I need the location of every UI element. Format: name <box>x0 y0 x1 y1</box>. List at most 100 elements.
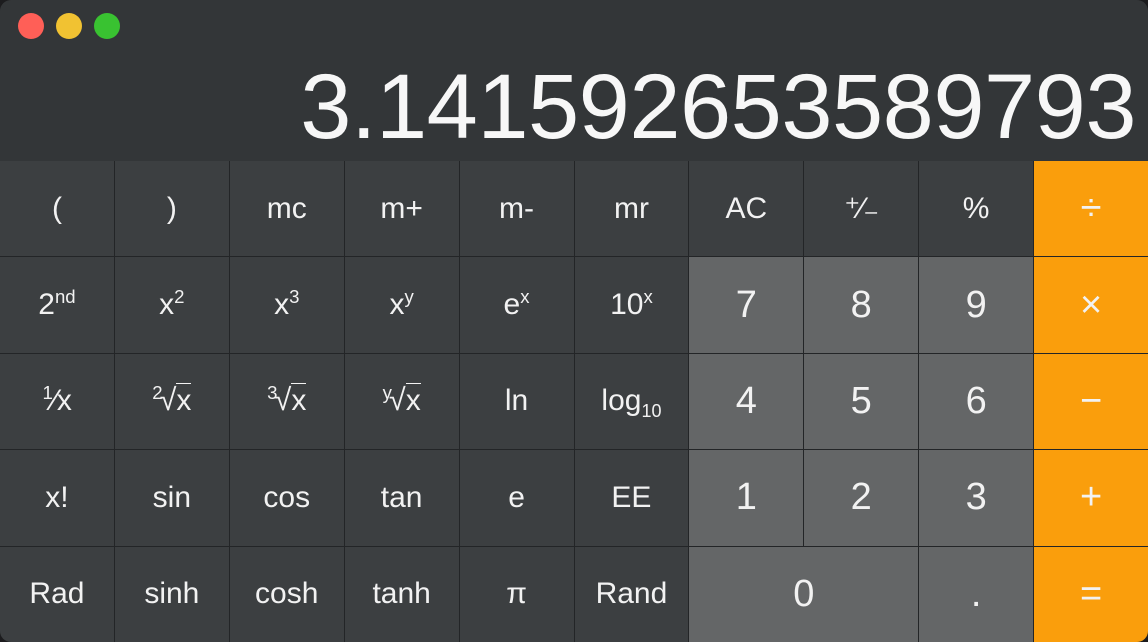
key-label-four: 4 <box>735 379 757 422</box>
key-six[interactable]: 6 <box>919 353 1034 450</box>
key-equals[interactable]: = <box>1034 546 1148 642</box>
key-label-five: 5 <box>850 379 872 422</box>
key-euler[interactable]: e <box>459 450 574 546</box>
key-four[interactable]: 4 <box>689 353 804 450</box>
key-label-factorial: x! <box>45 480 69 514</box>
key-natural-log[interactable]: ln <box>459 353 574 450</box>
key-five[interactable]: 5 <box>804 353 919 450</box>
key-memory-recall[interactable]: mr <box>574 161 689 257</box>
key-label-eight: 8 <box>850 283 872 326</box>
minimize-window-button[interactable] <box>56 13 82 39</box>
key-label-open-paren: ( <box>51 191 62 225</box>
key-label-seven: 7 <box>735 283 757 326</box>
key-seven[interactable]: 7 <box>689 257 804 353</box>
key-x-squared[interactable]: x2 <box>114 257 229 353</box>
key-label-memory-add: m+ <box>380 191 423 225</box>
key-factorial[interactable]: x! <box>0 450 114 546</box>
key-label-subtract: − <box>1079 379 1103 422</box>
key-label-six: 6 <box>965 379 987 422</box>
key-y-root[interactable]: y√x <box>344 353 459 450</box>
window-controls <box>18 13 120 39</box>
key-cube-root[interactable]: 3√x <box>229 353 344 450</box>
key-square-root[interactable]: 2√x <box>114 353 229 450</box>
key-label-close-paren: ) <box>166 191 177 225</box>
key-label-ten-to-x: 10x <box>610 286 653 322</box>
key-reciprocal[interactable]: 1⁄x <box>0 353 114 450</box>
key-label-all-clear: AC <box>725 191 768 225</box>
key-label-sinh: sinh <box>144 577 200 611</box>
key-cosh[interactable]: cosh <box>229 546 344 642</box>
key-label-sign-toggle: ⁺⁄₋ <box>844 191 879 225</box>
key-all-clear[interactable]: AC <box>689 161 804 257</box>
key-log-base-10[interactable]: log10 <box>574 353 689 450</box>
key-zero[interactable]: 0 <box>689 546 919 642</box>
key-x-cubed[interactable]: x3 <box>229 257 344 353</box>
key-label-ee: EE <box>611 480 652 514</box>
key-memory-sub[interactable]: m- <box>459 161 574 257</box>
key-two[interactable]: 2 <box>804 450 919 546</box>
key-x-to-y[interactable]: xy <box>344 257 459 353</box>
key-label-x-to-y: xy <box>389 286 414 322</box>
key-one[interactable]: 1 <box>689 450 804 546</box>
key-label-two: 2 <box>850 476 872 519</box>
key-tanh[interactable]: tanh <box>344 546 459 642</box>
key-label-x-squared: x2 <box>159 286 185 322</box>
key-e-to-x[interactable]: ex <box>459 257 574 353</box>
close-window-button[interactable] <box>18 13 44 39</box>
calculator-display: 3.141592653589793 <box>300 61 1136 153</box>
key-label-add: + <box>1079 476 1103 519</box>
key-label-second: 2nd <box>38 286 76 322</box>
key-label-y-root: y√x <box>382 382 421 418</box>
key-nine[interactable]: 9 <box>919 257 1034 353</box>
key-open-paren[interactable]: ( <box>0 161 114 257</box>
keypad: () mc m+ m-mr AC ⁺⁄₋% ÷ 2nd x2 x3 xy ex 10x 7 8 9 × 1⁄x 2√… <box>0 161 1148 642</box>
key-label-memory-sub: m- <box>499 191 535 225</box>
key-label-tanh: tanh <box>372 577 431 611</box>
key-label-memory-recall: mr <box>613 191 649 225</box>
key-cos[interactable]: cos <box>229 450 344 546</box>
key-label-zero: 0 <box>793 572 815 615</box>
key-memory-add[interactable]: m+ <box>344 161 459 257</box>
calculator-window: 3.141592653589793 () mc m+ m-mr AC ⁺⁄₋% ÷ 2nd x2… <box>0 0 1148 642</box>
key-label-rad: Rad <box>29 577 85 611</box>
key-eight[interactable]: 8 <box>804 257 919 353</box>
title-bar: 3.141592653589793 <box>0 0 1148 161</box>
key-add[interactable]: + <box>1034 450 1148 546</box>
key-pi[interactable]: π <box>459 546 574 642</box>
key-memory-clear[interactable]: mc <box>229 161 344 257</box>
key-tan[interactable]: tan <box>344 450 459 546</box>
key-label-decimal: . <box>970 572 982 615</box>
key-rand[interactable]: Rand <box>574 546 689 642</box>
key-sign-toggle[interactable]: ⁺⁄₋ <box>804 161 919 257</box>
key-multiply[interactable]: × <box>1034 257 1148 353</box>
key-label-cosh: cosh <box>255 577 319 611</box>
key-label-log-base-10: log10 <box>601 384 662 422</box>
zoom-window-button[interactable] <box>94 13 120 39</box>
key-label-percent: % <box>962 191 990 225</box>
key-label-x-cubed: x3 <box>274 286 300 322</box>
key-label-sin: sin <box>152 480 192 514</box>
key-decimal[interactable]: . <box>919 546 1034 642</box>
key-label-square-root: 2√x <box>152 382 192 418</box>
key-divide[interactable]: ÷ <box>1034 161 1148 257</box>
key-label-memory-clear: mc <box>266 191 307 225</box>
key-label-one: 1 <box>735 476 757 519</box>
key-three[interactable]: 3 <box>919 450 1034 546</box>
key-close-paren[interactable]: ) <box>114 161 229 257</box>
key-ten-to-x[interactable]: 10x <box>574 257 689 353</box>
key-percent[interactable]: % <box>919 161 1034 257</box>
key-sinh[interactable]: sinh <box>114 546 229 642</box>
key-rad[interactable]: Rad <box>0 546 114 642</box>
key-second[interactable]: 2nd <box>0 257 114 353</box>
key-label-euler: e <box>508 480 525 514</box>
key-label-pi: π <box>506 577 527 611</box>
key-subtract[interactable]: − <box>1034 353 1148 450</box>
key-label-tan: tan <box>380 480 423 514</box>
key-sin[interactable]: sin <box>114 450 229 546</box>
key-label-rand: Rand <box>595 577 668 611</box>
key-label-natural-log: ln <box>504 384 529 418</box>
key-label-divide: ÷ <box>1080 187 1102 230</box>
key-ee[interactable]: EE <box>574 450 689 546</box>
key-label-reciprocal: 1⁄x <box>42 382 72 418</box>
key-label-three: 3 <box>965 476 987 519</box>
